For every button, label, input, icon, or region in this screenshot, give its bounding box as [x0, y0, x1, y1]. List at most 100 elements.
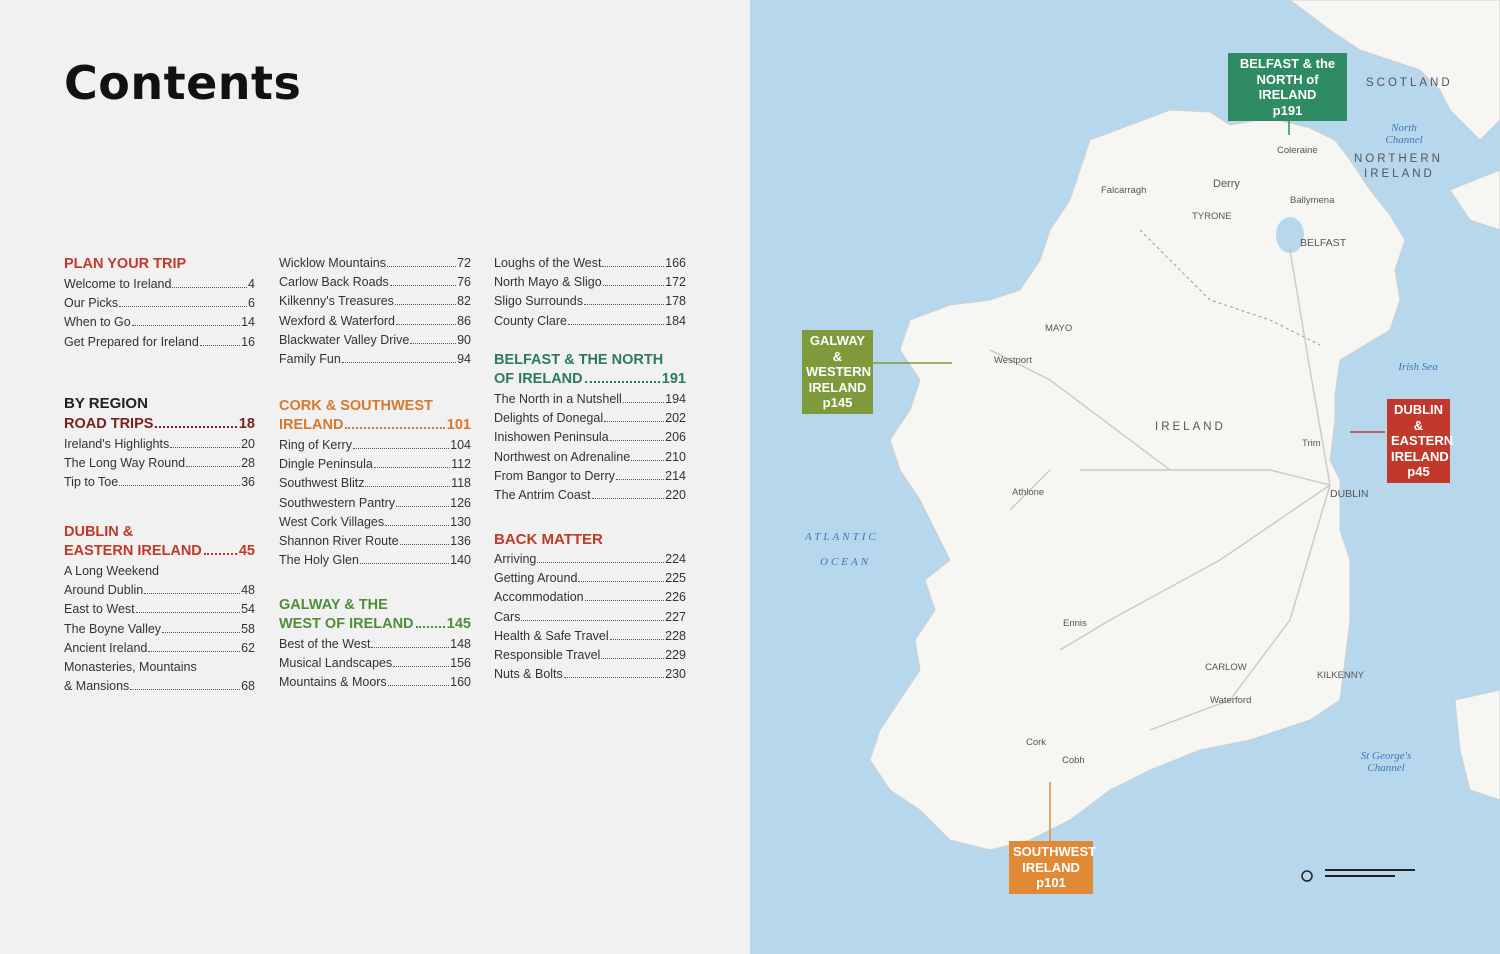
toc-entry[interactable]: The Holy Glen140 — [279, 551, 471, 570]
toc-entry[interactable]: Nuts & Bolts230 — [494, 665, 686, 684]
galway-section: GALWAY & THE WEST OF IRELAND145 Best of … — [279, 597, 471, 693]
toc-entry-title: The North in a Nutshell — [494, 390, 622, 409]
toc-entry-title: West Cork Villages — [279, 513, 384, 532]
toc-entry[interactable]: Sligo Surrounds178 — [494, 292, 686, 311]
toc-entry[interactable]: Southwestern Pantry126 — [279, 494, 471, 513]
toc-entry-page: 225 — [665, 569, 686, 588]
toc-entry[interactable]: Carlow Back Roads76 — [279, 273, 471, 292]
toc-entry[interactable]: Ring of Kerry104 — [279, 436, 471, 455]
toc-entry-page: 82 — [457, 292, 471, 311]
col2-top-list: Wicklow Mountains72Carlow Back Roads76Ki… — [279, 254, 471, 369]
toc-entry[interactable]: Delights of Donegal202 — [494, 409, 686, 428]
toc-entry-page: 86 — [457, 312, 471, 331]
toc-entry[interactable]: County Clare184 — [494, 312, 686, 331]
toc-entry[interactable]: & Mansions68 — [64, 677, 255, 696]
belfast-section: BELFAST & THE NORTH OF IRELAND191 The No… — [494, 352, 686, 505]
toc-entry[interactable]: Kilkenny's Treasures82 — [279, 292, 471, 311]
toc-entry[interactable]: Shannon River Route136 — [279, 532, 471, 551]
toc-entry-page: 62 — [241, 639, 255, 658]
toc-entry[interactable]: North Mayo & Sligo172 — [494, 273, 686, 292]
cork-heading[interactable]: IRELAND101 — [279, 417, 471, 434]
toc-entry-page: 226 — [665, 588, 686, 607]
toc-entry[interactable]: Ancient Ireland62 — [64, 639, 255, 658]
toc-entry-page: 28 — [241, 454, 255, 473]
toc-entry[interactable]: The Long Way Round28 — [64, 454, 255, 473]
dublin-line-b: Monasteries, Mountains — [64, 658, 255, 677]
toc-entry[interactable]: The North in a Nutshell194 — [494, 390, 686, 409]
toc-entry-page: 220 — [665, 486, 686, 505]
plan-your-trip-section: PLAN YOUR TRIP Welcome to Ireland4Our Pi… — [64, 256, 255, 352]
toc-entry[interactable]: Welcome to Ireland4 — [64, 275, 255, 294]
toc-entry[interactable]: Around Dublin48 — [64, 581, 255, 600]
road-trips-list: Ireland's Highlights20The Long Way Round… — [64, 435, 255, 493]
toc-entry[interactable]: Our Picks6 — [64, 294, 255, 313]
toc-entry-page: 210 — [665, 448, 686, 467]
toc-entry[interactable]: Loughs of the West166 — [494, 254, 686, 273]
toc-entry[interactable]: Inishowen Peninsula206 — [494, 428, 686, 447]
galway-map-label[interactable]: GALWAY & WESTERN IRELAND p145 — [802, 330, 873, 414]
toc-entry-page: 206 — [665, 428, 686, 447]
toc-entry[interactable]: Wicklow Mountains72 — [279, 254, 471, 273]
toc-entry-page: 227 — [665, 608, 686, 627]
plan-list: Welcome to Ireland4Our Picks6When to Go1… — [64, 275, 255, 352]
map-town: Falcarragh — [1101, 185, 1146, 196]
toc-entry[interactable]: The Boyne Valley58 — [64, 620, 255, 639]
toc-entry-title: From Bangor to Derry — [494, 467, 615, 486]
toc-entry[interactable]: Getting Around225 — [494, 569, 686, 588]
toc-entry-page: 202 — [665, 409, 686, 428]
toc-entry[interactable]: Family Fun94 — [279, 350, 471, 369]
back-list: Arriving224Getting Around225Accommodatio… — [494, 550, 686, 684]
toc-entry[interactable]: Accommodation226 — [494, 588, 686, 607]
toc-entry-page: 20 — [241, 435, 255, 454]
dublin-section: DUBLIN & EASTERN IRELAND45 A Long Weeken… — [64, 524, 255, 696]
toc-entry[interactable]: Blackwater Valley Drive90 — [279, 331, 471, 350]
toc-entry-title: North Mayo & Sligo — [494, 273, 602, 292]
toc-entry-title: Cars — [494, 608, 520, 627]
toc-entry-title: Best of the West — [279, 635, 370, 654]
map-town: Waterford — [1210, 695, 1251, 706]
wales-land — [1455, 690, 1500, 800]
toc-entry[interactable]: Musical Landscapes156 — [279, 654, 471, 673]
southwest-map-label[interactable]: SOUTHWEST IRELAND p101 — [1009, 841, 1093, 894]
cork-section: CORK & SOUTHWEST IRELAND101 Ring of Kerr… — [279, 398, 471, 570]
toc-entry-page: 14 — [241, 313, 255, 332]
toc-entry[interactable]: Southwest Blitz118 — [279, 474, 471, 493]
toc-entry[interactable]: Health & Safe Travel228 — [494, 627, 686, 646]
toc-entry[interactable]: Tip to Toe36 — [64, 473, 255, 492]
toc-entry[interactable]: Arriving224 — [494, 550, 686, 569]
map-panel: SCOTLAND NORTHERN IRELAND IRELAND North … — [750, 0, 1500, 954]
toc-entry[interactable]: Get Prepared for Ireland16 — [64, 333, 255, 352]
galway-heading[interactable]: WEST OF IRELAND145 — [279, 616, 471, 633]
toc-entry-title: Family Fun — [279, 350, 341, 369]
toc-entry[interactable]: Wexford & Waterford86 — [279, 312, 471, 331]
belfast-map-label[interactable]: BELFAST & the NORTH of IRELAND p191 — [1228, 53, 1347, 121]
toc-entry-page: 104 — [450, 436, 471, 455]
toc-entry-title: Nuts & Bolts — [494, 665, 563, 684]
dublin-map-label[interactable]: DUBLIN & EASTERN IRELAND p45 — [1387, 399, 1450, 483]
toc-entry-page: 148 — [450, 635, 471, 654]
toc-entry[interactable]: Cars 227 — [494, 608, 686, 627]
toc-entry-title: Arriving — [494, 550, 536, 569]
toc-entry[interactable]: From Bangor to Derry214 — [494, 467, 686, 486]
toc-entry[interactable]: Mountains & Moors160 — [279, 673, 471, 692]
map-town: Derry — [1213, 178, 1240, 190]
toc-entry[interactable]: The Antrim Coast220 — [494, 486, 686, 505]
toc-entry[interactable]: East to West54 — [64, 600, 255, 619]
map-town: Westport — [994, 355, 1032, 366]
toc-entry-page: 178 — [665, 292, 686, 311]
toc-entry-page: 112 — [451, 455, 471, 474]
toc-entry[interactable]: Responsible Travel229 — [494, 646, 686, 665]
toc-entry[interactable]: Ireland's Highlights20 — [64, 435, 255, 454]
toc-entry[interactable]: When to Go14 — [64, 313, 255, 332]
toc-entry[interactable]: West Cork Villages130 — [279, 513, 471, 532]
by-region-section: BY REGION ROAD TRIPS18 Ireland's Highlig… — [64, 395, 255, 493]
dublin-heading[interactable]: EASTERN IRELAND45 — [64, 543, 255, 560]
map-town: MAYO — [1045, 323, 1072, 334]
road-trips-heading[interactable]: ROAD TRIPS18 — [64, 416, 255, 433]
toc-entry-title: Dingle Peninsula — [279, 455, 373, 474]
toc-entry[interactable]: Northwest on Adrenaline210 — [494, 448, 686, 467]
belfast-heading[interactable]: OF IRELAND191 — [494, 371, 686, 388]
contents-page: Contents PLAN YOUR TRIP Welcome to Irela… — [0, 0, 750, 954]
toc-entry[interactable]: Best of the West 148 — [279, 635, 471, 654]
toc-entry[interactable]: Dingle Peninsula 112 — [279, 455, 471, 474]
